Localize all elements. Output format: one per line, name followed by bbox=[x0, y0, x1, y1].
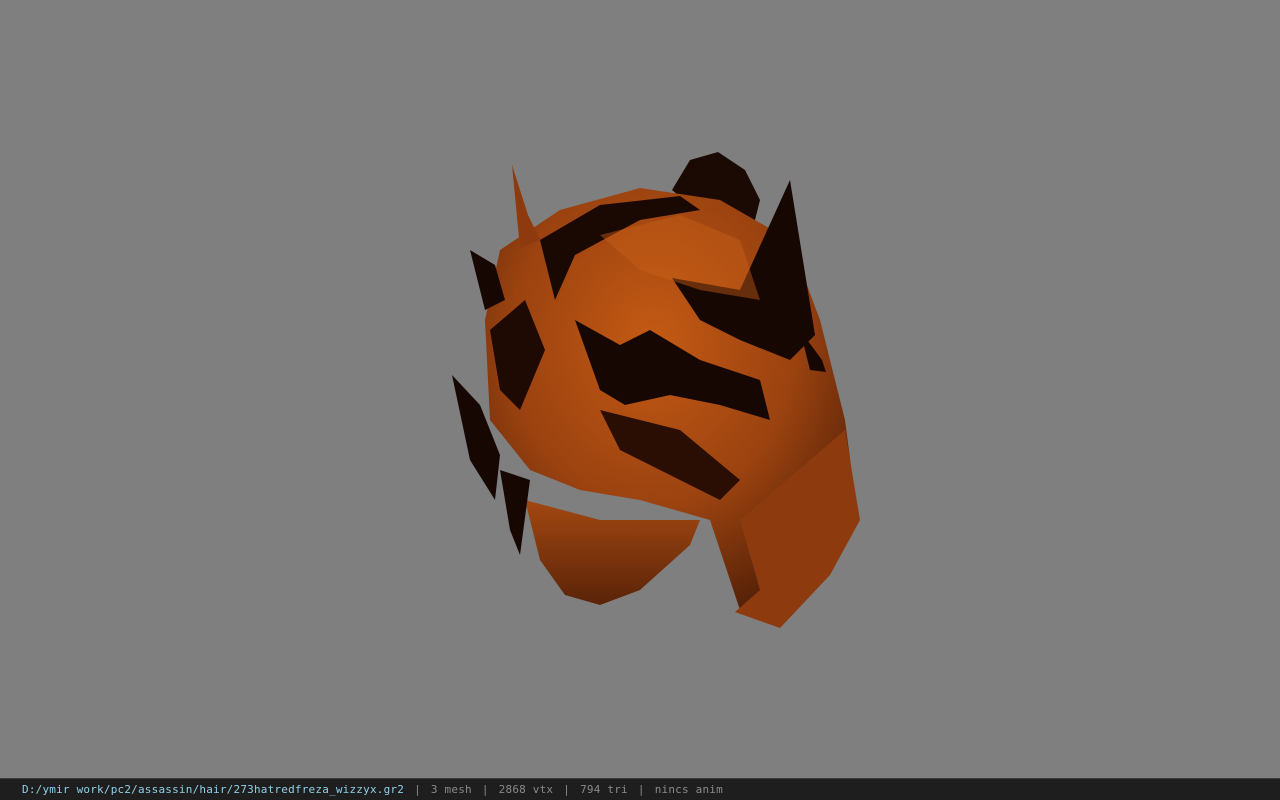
3d-viewport[interactable] bbox=[0, 0, 1280, 778]
separator: | bbox=[563, 783, 571, 796]
helmet-model bbox=[452, 152, 860, 628]
animation-status: nincs anim bbox=[654, 783, 723, 796]
separator: | bbox=[414, 783, 421, 796]
triangle-count: 794 tri bbox=[580, 783, 628, 796]
separator: | bbox=[481, 783, 489, 796]
status-bar: D:/ymir work/pc2/assassin/hair/273hatred… bbox=[0, 778, 1280, 800]
file-path-label: D:/ymir work/pc2/assassin/hair/273hatred… bbox=[22, 783, 405, 796]
vertex-count: 2868 vtx bbox=[498, 783, 554, 796]
separator: | bbox=[637, 783, 645, 796]
mesh-count: 3 mesh bbox=[430, 783, 472, 796]
